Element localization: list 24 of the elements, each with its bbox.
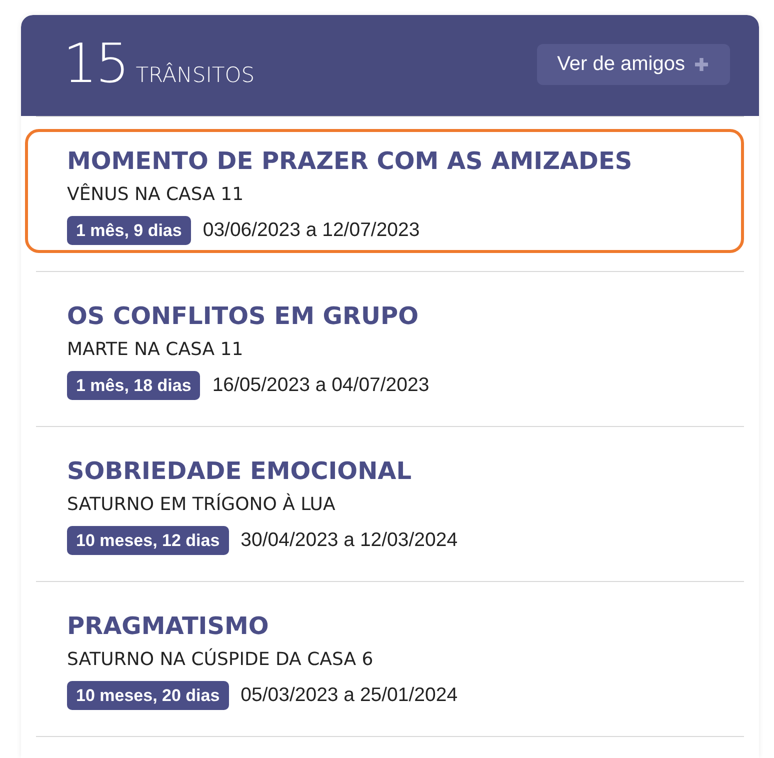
transit-title: SOBRIEDADE EMOCIONAL — [67, 456, 413, 486]
duration-badge: 1 mês, 18 dias — [67, 371, 200, 400]
date-range: 03/06/2023 a 12/07/2023 — [202, 219, 420, 242]
transit-subtitle: SATURNO NA CÚSPIDE DA CASA 6 — [67, 649, 374, 671]
duration-badge: 1 mês, 9 dias — [67, 216, 191, 245]
transit-title: PRAGMATISMO — [67, 611, 270, 641]
transit-title: OS CONFLITOS EM GRUPO — [67, 301, 420, 331]
date-range: 05/03/2023 a 25/01/2024 — [240, 684, 458, 707]
transit-subtitle: VÊNUS NA CASA 11 — [67, 184, 245, 206]
transit-item[interactable]: PRAGMATISMO SATURNO NA CÚSPIDE DA CASA 6 10 meses, 20 dias 05/03/2023 a 25/01/2024 — [25, 594, 744, 718]
date-range: 30/04/2023 a 12/03/2024 — [240, 529, 458, 552]
friends-button[interactable]: Ver de amigos — [537, 44, 730, 85]
transit-item[interactable]: SOBRIEDADE EMOCIONAL SATURNO EM TRÍGONO À LUA 10 meses, 12 dias 30/04/2023 a 12/03/2024 — [25, 439, 744, 563]
transit-item[interactable]: OS CONFLITOS EM GRUPO MARTE NA CASA 11 1 mês, 18 dias 16/05/2023 a 04/07/2023 — [25, 284, 744, 408]
plus-icon — [695, 58, 708, 71]
transit-count: 15 — [63, 36, 128, 90]
header-title: TRÂNSITOS — [136, 62, 255, 86]
duration-badge: 10 meses, 20 dias — [67, 681, 229, 710]
transit-subtitle: SATURNO EM TRÍGONO À LUA — [67, 494, 336, 516]
transit-subtitle: MARTE NA CASA 11 — [67, 339, 244, 361]
transit-title: MOMENTO DE PRAZER COM AS AMIZADES — [67, 146, 634, 176]
date-range: 16/05/2023 a 04/07/2023 — [212, 374, 430, 397]
transit-item-selected[interactable]: MOMENTO DE PRAZER COM AS AMIZADES VÊNUS NA CASA 11 1 mês, 9 dias 03/06/2023 a 12/07/2023 — [25, 129, 744, 253]
duration-badge: 10 meses, 12 dias — [67, 526, 229, 555]
